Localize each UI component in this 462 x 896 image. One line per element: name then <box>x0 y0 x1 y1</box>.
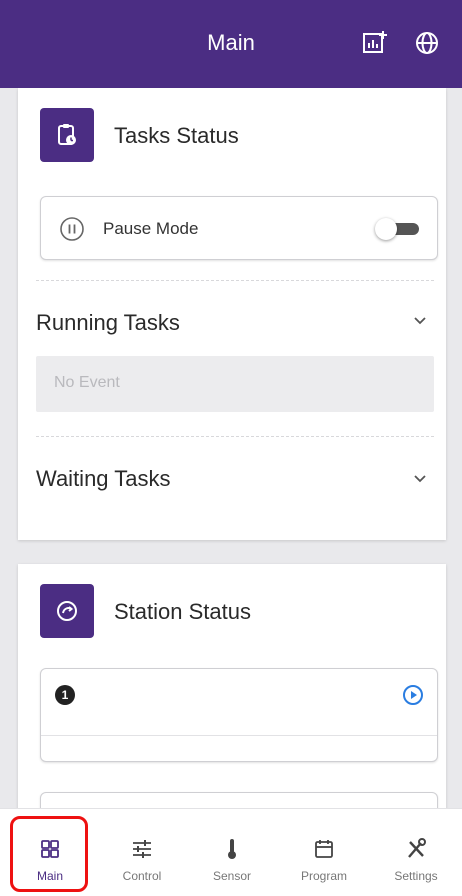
pause-mode-toggle[interactable] <box>375 218 419 240</box>
chevron-down-icon[interactable] <box>412 470 428 491</box>
nav-settings[interactable]: Settings <box>370 809 462 896</box>
pause-circle-icon <box>59 216 85 247</box>
nav-label: Program <box>300 869 347 883</box>
toggle-knob <box>375 218 397 240</box>
pause-mode-label: Pause Mode <box>103 219 199 238</box>
station-number: 1 <box>55 685 75 705</box>
active-tab-highlight <box>10 816 88 892</box>
pause-mode-row: Pause Mode <box>40 196 438 260</box>
tasks-status-card: Tasks Status Pause Mode Running Tasks No <box>18 88 446 540</box>
divider <box>36 280 434 281</box>
nav-label: Settings <box>394 869 438 883</box>
waiting-tasks-title[interactable]: Waiting Tasks <box>36 466 171 492</box>
tools-icon <box>370 837 462 863</box>
main-content[interactable]: Tasks Status Pause Mode Running Tasks No <box>0 88 462 808</box>
row-divider <box>41 735 437 736</box>
nav-label: Control <box>122 869 162 883</box>
thermometer-icon <box>186 837 278 863</box>
divider <box>36 436 434 437</box>
nav-sensor[interactable]: Sensor <box>186 809 278 896</box>
nav-control[interactable]: Control <box>96 809 188 896</box>
station-icon <box>40 584 94 638</box>
clipboard-clock-icon <box>40 108 94 162</box>
chevron-down-icon[interactable] <box>412 312 428 333</box>
chart-add-icon[interactable] <box>360 28 390 58</box>
play-circle-icon[interactable] <box>401 683 425 712</box>
running-tasks-title[interactable]: Running Tasks <box>36 310 180 336</box>
station-status-card: Station Status 1 2 <box>18 564 446 808</box>
page-title: Main <box>207 30 255 55</box>
tasks-status-title: Tasks Status <box>114 123 239 148</box>
top-app-bar: Main <box>0 0 462 88</box>
running-tasks-empty: No Event <box>36 356 434 412</box>
no-event-text: No Event <box>54 374 120 391</box>
globe-icon[interactable] <box>412 28 442 58</box>
sliders-icon <box>96 837 188 863</box>
calendar-icon <box>278 837 370 863</box>
nav-label: Sensor <box>212 869 252 883</box>
station-status-title: Station Status <box>114 599 251 624</box>
station-row[interactable]: 2 <box>40 792 438 808</box>
nav-program[interactable]: Program <box>278 809 370 896</box>
station-row[interactable]: 1 <box>40 668 438 762</box>
